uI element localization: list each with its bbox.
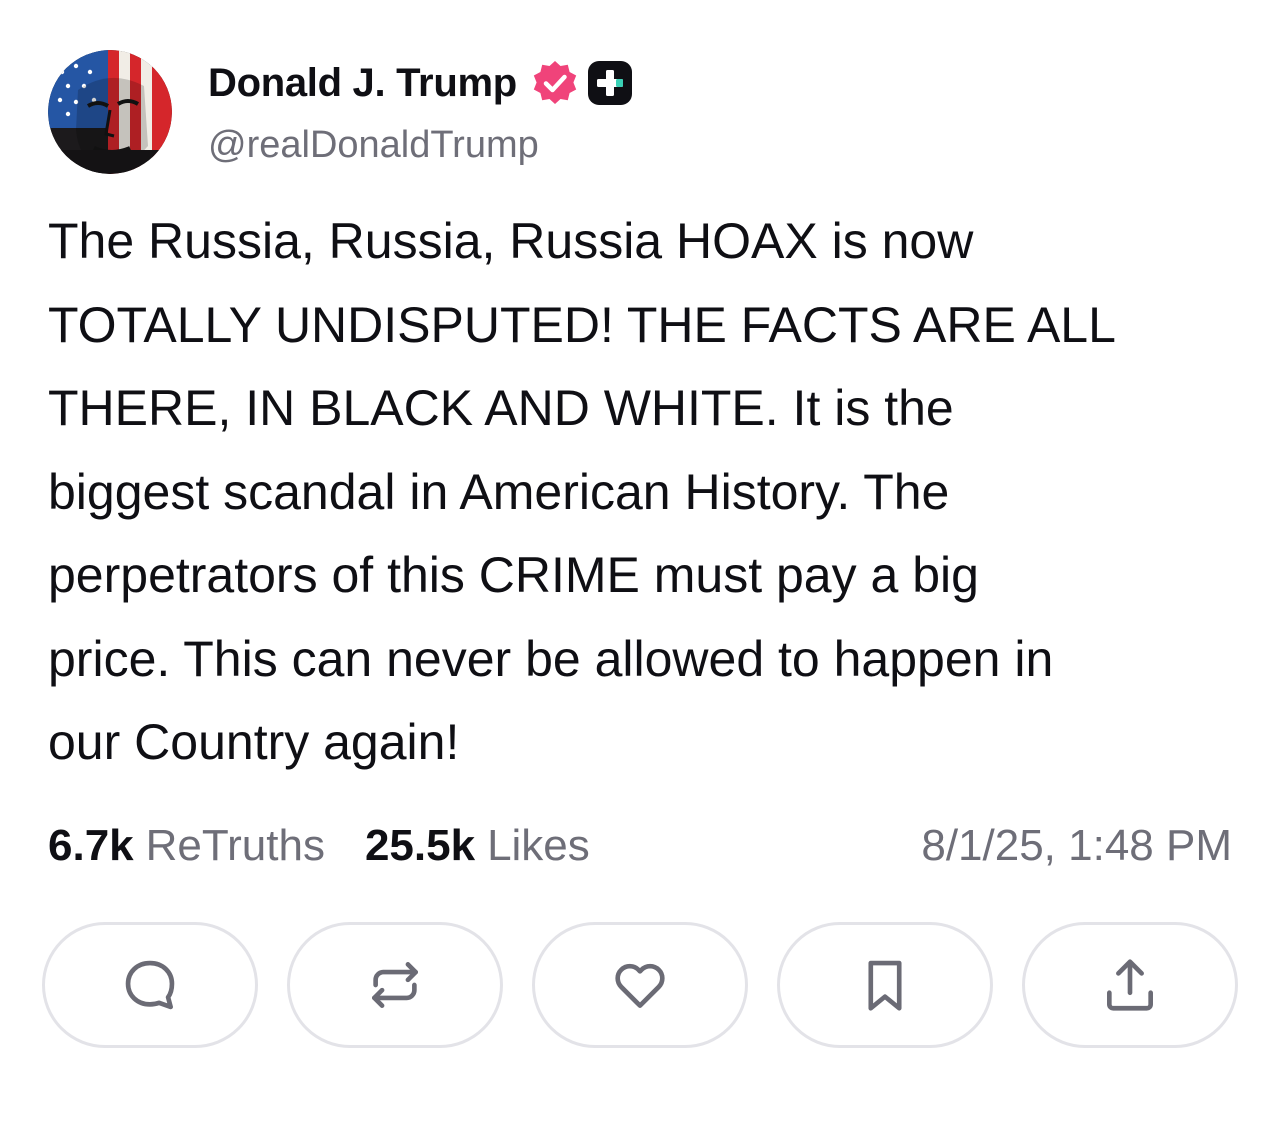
like-button[interactable] <box>532 922 748 1048</box>
retruths-stat[interactable]: 6.7k ReTruths <box>48 821 325 871</box>
likes-count: 25.5k <box>364 821 476 870</box>
verified-badge-icon <box>531 59 579 107</box>
action-bar <box>42 922 1238 1052</box>
bookmark-icon <box>868 960 902 1011</box>
post-stats: 6.7k ReTruths 25.5k Likes 8/1/25, 1:48 P… <box>48 816 1232 876</box>
heart-icon <box>615 963 665 1008</box>
flag-face-avatar-icon <box>48 50 172 174</box>
retruths-count: 6.7k <box>48 821 134 870</box>
author-handle[interactable]: @realDonaldTrump <box>208 124 539 167</box>
retruths-label: ReTruths <box>145 821 325 870</box>
bookmark-button[interactable] <box>777 922 993 1048</box>
repost-icon <box>372 962 418 1008</box>
reply-button[interactable] <box>42 922 258 1048</box>
share-icon <box>1107 959 1153 1011</box>
truth-plus-badge-icon <box>587 60 633 106</box>
share-button[interactable] <box>1022 922 1238 1048</box>
avatar[interactable] <box>48 50 172 174</box>
display-name[interactable]: Donald J. Trump <box>208 61 517 106</box>
likes-label: Likes <box>487 821 590 870</box>
likes-stat[interactable]: 25.5k Likes <box>365 821 590 871</box>
author-name-row: Donald J. Trump <box>208 58 633 108</box>
truth-post: Donald J. Trump @realDonaldTrump The Rus… <box>0 0 1280 1133</box>
post-timestamp: 8/1/25, 1:48 PM <box>921 821 1232 870</box>
comment-icon <box>125 960 175 1010</box>
retruth-button[interactable] <box>287 922 503 1048</box>
post-text: The Russia, Russia, Russia HOAX is now T… <box>48 213 1116 770</box>
